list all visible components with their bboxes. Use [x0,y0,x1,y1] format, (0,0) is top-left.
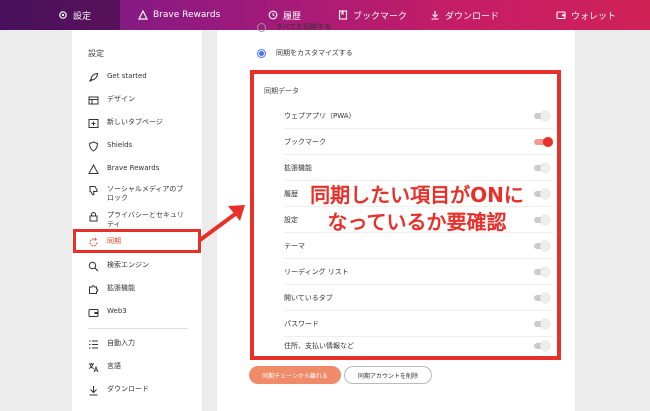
sidebar-heading: 設定 [88,49,104,58]
download-icon [88,385,99,396]
wallet-icon [556,10,566,20]
sync-item-label: パスワード [284,319,319,328]
bookmark-icon [338,10,348,20]
sidebar-item-extensions[interactable]: 拡張機能 [88,284,135,295]
tab-label: ウォレット [571,11,617,22]
sidebar-item-label: Web3 [107,307,127,315]
sync-toggle[interactable] [534,292,550,303]
sync-item-open-tabs: 開いているタブ [284,285,554,311]
design-icon [88,95,99,106]
sidebar-item-label: Shields [107,141,133,149]
sync-item-extensions: 拡張機能 [284,155,554,181]
shield-icon [88,141,99,152]
search-icon [88,261,99,272]
sync-item-label: 開いているタブ [284,293,333,302]
sidebar-item-design[interactable]: デザイン [88,95,135,106]
sidebar-item-shields[interactable]: Shields [88,141,132,152]
triangle-icon [138,10,148,20]
radio-customize-sync[interactable]: 同期をカスタマイズする [257,48,353,58]
tab-label: Brave Rewards [153,10,221,20]
puzzle-icon [88,284,99,295]
sidebar-item-brave-rewards[interactable]: Brave Rewards [88,164,159,175]
annotation-callout: 同期したい項目がONに なっているか要確認 [292,182,542,236]
tab-downloads[interactable]: ダウンロード [410,0,508,30]
sidebar-item-label: Brave Rewards [107,164,160,172]
sync-toggle[interactable] [534,318,550,329]
thumbs-down-icon [88,185,99,196]
tab-label: 履歴 [283,11,302,22]
radio-button-selected[interactable] [257,48,266,58]
sync-item-label: 拡張機能 [284,163,312,172]
tab-label: ブックマーク [353,11,408,22]
sidebar-divider [88,328,188,329]
lock-icon [88,211,99,222]
history-icon [268,10,278,20]
new-tab-icon [88,118,99,129]
sidebar-item-label: 新しいタブページ [107,118,163,126]
download-icon [430,10,440,20]
sidebar-item-get-started[interactable]: Get started [88,72,147,83]
gear-icon [58,10,68,20]
triangle-icon [88,164,99,175]
tab-label: 設定 [73,11,92,22]
tab-settings[interactable]: 設定 [0,0,120,30]
translate-icon [88,362,99,373]
sidebar-item-web3[interactable]: Web3 [88,307,127,318]
sidebar-item-label: Get started [107,72,147,80]
sidebar-item-autofill[interactable]: 自動入力 [88,339,135,350]
sidebar-item-label: プライバシーとセキュリティ [107,211,184,228]
wallet-icon [88,307,99,318]
settings-sidebar: 設定 Get started デザイン 新しいタブページ Shields Bra… [72,30,202,411]
sync-item-label: 住所、支払い情報など [284,342,354,350]
sync-item-bookmarks: ブックマーク [284,129,554,155]
leave-sync-chain-button[interactable]: 同期チェーンから離れる [249,366,341,384]
radio-button[interactable] [257,22,266,32]
sync-highlight-frame [73,229,201,253]
sync-data-title: 同期データ [264,87,299,95]
tab-wallet[interactable]: ウォレット [508,0,650,30]
sidebar-item-social-media-blocking[interactable]: ソーシャルメディアのブロック [88,185,188,203]
annotation-line: 同期したい項目がONに [310,183,524,207]
sidebar-item-downloads[interactable]: ダウンロード [88,385,149,396]
sync-item-label: リーディング リスト [284,267,349,276]
sync-toggle[interactable] [534,341,550,351]
delete-sync-account-button[interactable]: 同期アカウントを削除 [344,366,432,384]
sync-toggle[interactable] [534,136,553,147]
sidebar-item-label: 拡張機能 [107,284,135,292]
sidebar-item-languages[interactable]: 言語 [88,362,121,373]
sidebar-item-new-tab-page[interactable]: 新しいタブページ [88,118,163,129]
sidebar-item-label: ソーシャルメディアのブロック [107,185,184,202]
radio-sync-everything[interactable]: すべてを同期する [257,22,331,32]
sync-toggle[interactable] [534,110,550,121]
annotation-line: なっているか要確認 [327,210,507,234]
list-icon [88,339,99,350]
sidebar-item-label: 検索エンジン [107,261,149,269]
annotation-arrow-icon [198,205,245,242]
sync-toggle[interactable] [534,266,550,277]
sidebar-item-label: 自動入力 [107,339,135,347]
sync-toggle[interactable] [534,162,550,173]
sync-item-pwa: ウェブアプリ（PWA） [284,103,554,129]
sync-item-addresses-payments: 住所、支払い情報など [284,333,554,359]
sync-item-label: テーマ [284,241,305,250]
sync-item-label: ウェブアプリ（PWA） [284,111,356,120]
sidebar-item-privacy-security[interactable]: プライバシーとセキュリティ [88,211,188,229]
sidebar-item-search-engine[interactable]: 検索エンジン [88,261,149,272]
sidebar-item-label: デザイン [107,95,135,103]
radio-label: 同期をカスタマイズする [276,49,353,57]
tab-brave-rewards[interactable]: Brave Rewards [120,0,240,30]
sync-toggle[interactable] [534,240,550,251]
radio-label: すべてを同期する [276,23,332,31]
sync-item-themes: テーマ [284,233,554,259]
sync-item-label: ブックマーク [284,137,326,146]
sync-item-reading-list: リーディング リスト [284,259,554,285]
sidebar-item-label: ダウンロード [107,385,149,393]
rocket-icon [88,72,99,83]
sidebar-item-label: 言語 [107,362,121,370]
tab-label: ダウンロード [445,11,500,22]
